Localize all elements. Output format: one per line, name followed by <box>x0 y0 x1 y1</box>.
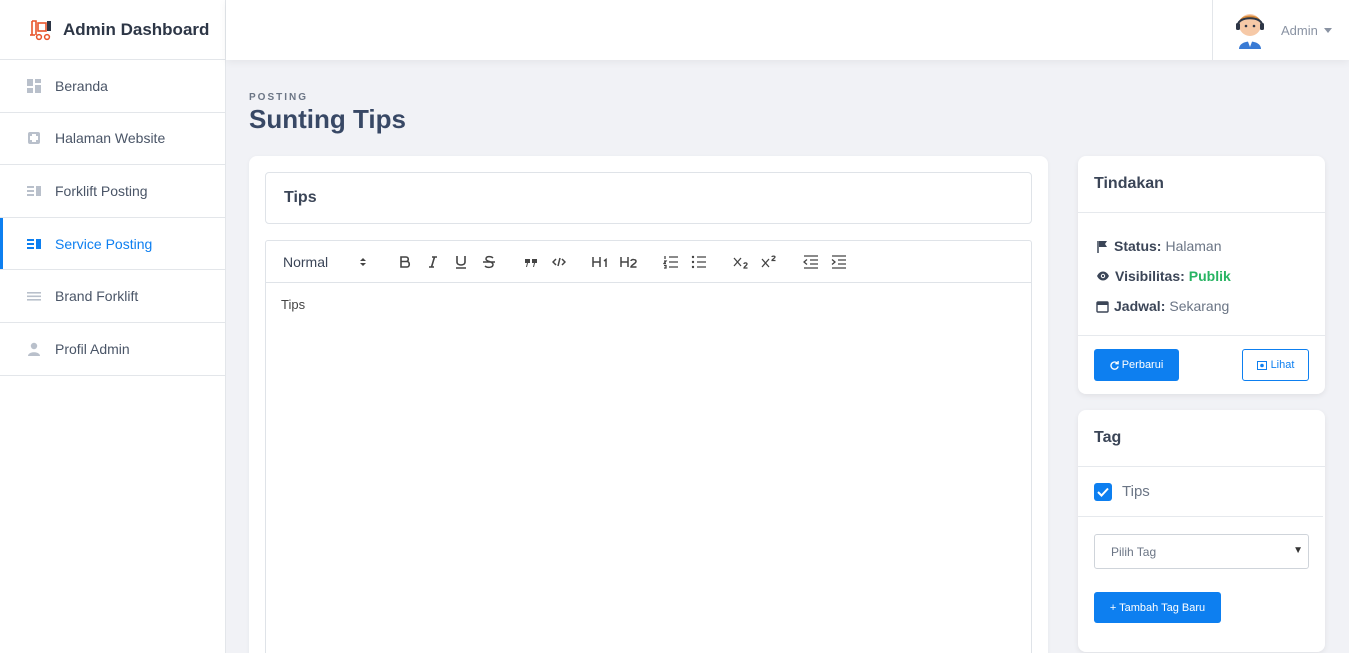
sidebar-item-beranda[interactable]: Beranda <box>0 60 225 113</box>
topbar: Admin <box>226 0 1349 60</box>
actions-card: Tindakan Status: Halaman Visibilitas: Pu… <box>1078 156 1325 394</box>
forklift-logo-icon <box>30 19 51 40</box>
page-eyebrow: POSTING <box>249 92 309 103</box>
user-menu[interactable]: Admin <box>1212 0 1349 60</box>
h1-icon[interactable] <box>587 250 615 274</box>
italic-icon[interactable] <box>419 250 447 274</box>
visibility-row: Visibilitas: Publik <box>1096 261 1307 291</box>
h2-icon[interactable] <box>615 250 643 274</box>
bold-icon[interactable] <box>391 250 419 274</box>
eye-icon <box>1097 271 1109 281</box>
list-icon <box>27 185 41 196</box>
subscript-icon[interactable] <box>727 250 755 274</box>
status-label: Status: <box>1114 238 1162 254</box>
indent-icon[interactable] <box>825 250 853 274</box>
view-button-label: Lihat <box>1270 359 1295 371</box>
sidebar-item-service-posting[interactable]: Service Posting <box>0 217 225 271</box>
sidebar-item-label: Service Posting <box>55 235 153 252</box>
user-icon <box>28 342 40 356</box>
schedule-value: Sekarang <box>1169 298 1230 314</box>
editor-toolbar: Normal <box>266 241 1031 283</box>
check-icon <box>1097 487 1109 497</box>
blockquote-icon[interactable] <box>517 250 545 274</box>
dashboard-icon <box>27 78 41 93</box>
format-select-value: Normal <box>283 253 329 270</box>
ordered-list-icon[interactable] <box>657 250 685 274</box>
refresh-icon <box>1110 360 1119 370</box>
sidebar-item-label: Brand Forklift <box>55 288 139 305</box>
editor-content[interactable]: Tips <box>266 283 1031 326</box>
brand-title: Admin Dashboard <box>63 19 210 39</box>
sidebar-item-profil-admin[interactable]: Profil Admin <box>0 323 225 376</box>
editor-card: Normal Tips <box>249 156 1048 653</box>
sidebar-item-brand-forklift[interactable]: Brand Forklift <box>0 270 225 323</box>
actions-card-title: Tindakan <box>1078 156 1325 213</box>
status-value: Halaman <box>1165 238 1222 254</box>
chevron-down-icon <box>1323 27 1332 33</box>
brand[interactable]: Admin Dashboard <box>0 0 225 60</box>
schedule-label: Jadwal: <box>1114 298 1166 314</box>
underline-icon[interactable] <box>447 250 475 274</box>
post-title-input[interactable] <box>265 172 1032 224</box>
caret-down-icon: ▼ <box>1293 545 1303 556</box>
sidebar-item-forklift-posting[interactable]: Forklift Posting <box>0 165 225 218</box>
sidebar-item-label: Halaman Website <box>55 130 166 147</box>
add-tag-button-label: + Tambah Tag Baru <box>1109 601 1206 614</box>
sidebar-item-label: Forklift Posting <box>55 182 148 199</box>
calendar-icon <box>1096 300 1109 313</box>
user-name: Admin <box>1281 22 1318 38</box>
update-button-label: Perbarui <box>1121 359 1164 371</box>
strike-icon[interactable] <box>475 250 503 274</box>
sidebar-item-label: Profil Admin <box>55 340 130 357</box>
sidebar-item-halaman-website[interactable]: Halaman Website <box>0 113 225 166</box>
flag-icon <box>1097 240 1107 253</box>
update-button[interactable]: Perbarui <box>1094 349 1179 381</box>
bullet-list-icon[interactable] <box>685 250 713 274</box>
tag-select[interactable]: Pilih Tag ▼ <box>1094 534 1309 569</box>
code-icon[interactable] <box>545 250 573 274</box>
avatar <box>1236 14 1264 49</box>
visibility-label: Visibilitas: <box>1115 268 1185 284</box>
checkbox[interactable] <box>1094 482 1112 501</box>
sort-icon <box>360 257 366 266</box>
puzzle-icon <box>28 132 40 145</box>
lines-icon <box>27 292 41 301</box>
rich-text-editor: Normal Tips <box>265 240 1032 653</box>
tag-card: Tag Tips Pilih Tag ▼ + Tambah Tag Baru <box>1078 410 1325 652</box>
visibility-value: Publik <box>1188 268 1231 284</box>
format-select[interactable]: Normal <box>283 254 367 270</box>
tag-card-title: Tag <box>1078 410 1325 467</box>
sidebar: Admin Dashboard Beranda Halaman Website … <box>0 0 226 653</box>
tag-item[interactable]: Tips <box>1078 467 1323 517</box>
schedule-row: Jadwal: Sekarang <box>1096 291 1307 321</box>
outdent-icon[interactable] <box>797 250 825 274</box>
add-tag-button[interactable]: + Tambah Tag Baru <box>1094 592 1221 623</box>
sidebar-item-label: Beranda <box>55 77 108 94</box>
view-button[interactable]: Lihat <box>1242 349 1309 381</box>
list-icon <box>27 238 41 249</box>
tag-label: Tips <box>1122 483 1150 500</box>
preview-icon <box>1256 360 1267 370</box>
actions-footer <box>1078 335 1325 336</box>
page-title: Sunting Tips <box>249 104 406 134</box>
tag-select-placeholder: Pilih Tag <box>1111 544 1157 559</box>
superscript-icon[interactable] <box>755 250 783 274</box>
status-row: Status: Halaman <box>1096 231 1307 261</box>
